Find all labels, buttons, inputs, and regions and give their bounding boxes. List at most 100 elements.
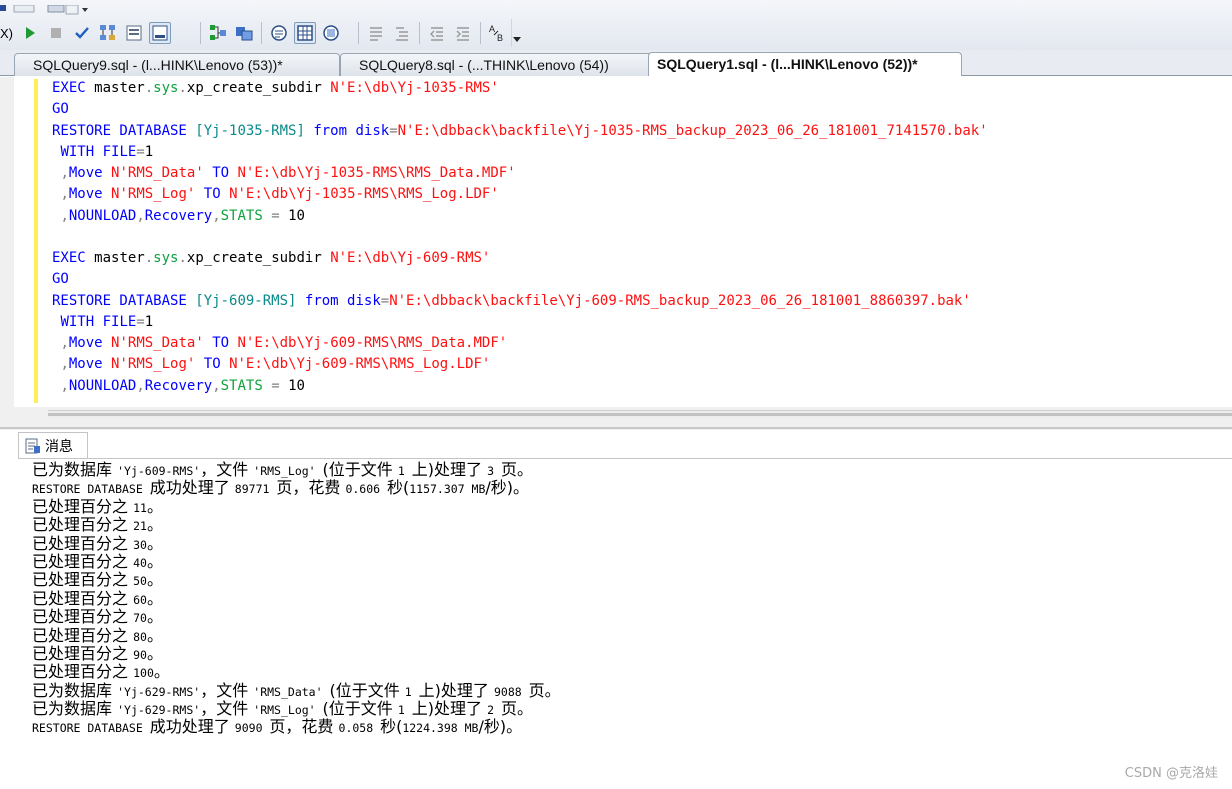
code-token: ,	[60, 377, 69, 394]
code-token: N'RMS_Log'	[111, 356, 196, 373]
scrollbar-thumb[interactable]	[48, 413, 1232, 416]
code-line[interactable]: ,Move N'RMS_Data' TO N'E:\db\Yj-609-RMS\…	[52, 333, 988, 354]
code-line[interactable]: GO	[52, 99, 988, 120]
query-editor[interactable]: EXEC master.sys.xp_create_subdir N'E:\db…	[14, 77, 1232, 418]
results-to-file-button[interactable]	[320, 22, 342, 44]
code-line[interactable]: ,Move N'RMS_Data' TO N'E:\db\Yj-1035-RMS…	[52, 163, 988, 184]
message-text: 'RMS_Log'	[253, 703, 323, 718]
grid-icon	[297, 25, 313, 41]
specify-values-button[interactable]: A B	[487, 22, 509, 44]
query-options-button[interactable]	[123, 22, 145, 44]
estimated-plan-icon	[100, 25, 115, 40]
code-token: disk	[355, 122, 390, 139]
code-token: Recovery	[144, 207, 213, 224]
message-text: 0.058	[338, 721, 381, 736]
code-token: ,	[60, 165, 69, 181]
message-text: 已处理百分之	[32, 607, 134, 627]
message-text: RESTORE DATABASE	[32, 482, 150, 497]
messages-icon	[25, 438, 40, 453]
tab-sqlquery9[interactable]: SQLQuery9.sql - (l...HINK\Lenovo (53))*	[14, 53, 340, 76]
results-to-text-button[interactable]	[268, 22, 290, 44]
query-editor-frame: EXEC master.sys.xp_create_subdir N'E:\db…	[0, 77, 1232, 430]
code-token: master	[94, 250, 145, 266]
message-text: 50	[133, 574, 147, 589]
code-token: TO	[203, 356, 230, 373]
code-line[interactable]: GO	[52, 269, 988, 290]
toolbar-options-dropdown[interactable]	[511, 19, 521, 47]
results-to-grid-toggle-button[interactable]	[294, 22, 316, 44]
message-line: 已处理百分之 80。	[32, 625, 561, 645]
message-line: RESTORE DATABASE 成功处理了 9090 页，花费 0.058 秒…	[32, 718, 561, 736]
horizontal-scrollbar[interactable]	[48, 410, 1232, 418]
tab-messages[interactable]: 消息	[18, 432, 88, 458]
code-line[interactable]	[52, 227, 988, 248]
code-token: =	[380, 292, 390, 309]
code-token: [Yj-1035-RMS]	[195, 122, 305, 139]
comment-icon	[370, 27, 382, 41]
message-text: 2	[487, 703, 501, 718]
message-text: 'Yj-609-RMS'	[117, 464, 201, 478]
toolbar-partial-label: X)	[0, 25, 13, 41]
message-text: 'RMS_Log'	[253, 464, 323, 478]
code-token: N'RMS_Data'	[111, 165, 204, 181]
client-stats-button[interactable]	[233, 22, 255, 44]
code-token: N'E:\dbback\backfile\Yj-1035-RMS_backup_…	[397, 122, 988, 139]
message-text: /秒)。	[478, 717, 523, 737]
stop-button[interactable]	[45, 22, 67, 44]
increase-indent-icon	[456, 27, 469, 41]
code-token: N'E:\db\Yj-609-RMS\RMS_Log.LDF'	[229, 356, 491, 373]
code-token: 10	[279, 377, 305, 394]
message-text: 1	[397, 703, 412, 718]
comment-button[interactable]	[365, 22, 387, 44]
code-line[interactable]: ,NOUNLOAD,Recovery,STATS = 10	[52, 376, 988, 397]
message-text: 已处理百分之	[32, 515, 134, 535]
message-line: 已处理百分之 40。	[32, 552, 561, 571]
include-plan-button[interactable]	[207, 22, 229, 44]
code-line[interactable]: ,NOUNLOAD,Recovery,STATS = 10	[52, 206, 988, 227]
message-text: (位于文件	[322, 699, 398, 719]
code-token: xp_create_subdir	[186, 250, 331, 266]
increase-indent-button[interactable]	[452, 22, 474, 44]
code-line[interactable]: EXEC master.sys.xp_create_subdir N'E:\db…	[52, 248, 988, 269]
uncomment-icon	[396, 27, 408, 41]
execute-button[interactable]	[19, 22, 41, 44]
code-token: WITH FILE	[60, 143, 137, 160]
message-text: ，文件	[200, 699, 254, 719]
uncomment-button[interactable]	[391, 22, 413, 44]
code-line[interactable]: RESTORE DATABASE [Yj-1035-RMS] from disk…	[52, 121, 988, 142]
message-text: 页。	[528, 680, 561, 700]
code-token: TO	[203, 186, 230, 203]
code-line[interactable]: WITH FILE=1	[52, 312, 988, 333]
code-line[interactable]: RESTORE DATABASE [Yj-609-RMS] from disk=…	[52, 291, 988, 312]
code-token: EXEC	[52, 80, 95, 96]
code-token: =	[136, 313, 145, 330]
code-line[interactable]: ,Move N'RMS_Log' TO N'E:\db\Yj-1035-RMS\…	[52, 184, 988, 205]
document-tabs: SQLQuery9.sql - (l...HINK\Lenovo (53))* …	[0, 50, 1232, 76]
decrease-indent-button[interactable]	[426, 22, 448, 44]
tab-sqlquery1[interactable]: SQLQuery1.sql - (l...HINK\Lenovo (52))*	[648, 52, 962, 76]
results-splitter[interactable]	[0, 427, 1232, 429]
code-line[interactable]: WITH FILE=1	[52, 142, 988, 163]
code-line[interactable]: EXEC master.sys.xp_create_subdir N'E:\db…	[52, 78, 988, 99]
message-text: 秒(	[386, 478, 410, 498]
include-plan-icon	[210, 25, 226, 40]
sql-code[interactable]: EXEC master.sys.xp_create_subdir N'E:\db…	[52, 78, 988, 397]
toolbar-separator	[200, 22, 201, 44]
messages-panel[interactable]: 已为数据库 'Yj-609-RMS'，文件 'RMS_Log' (位于文件 1 …	[18, 458, 1232, 789]
tab-sqlquery8[interactable]: SQLQuery8.sql - (...THINK\Lenovo (54))	[340, 53, 652, 76]
message-text: 已处理百分之	[32, 625, 134, 645]
message-text: 3	[487, 464, 501, 478]
message-lines: 已为数据库 'Yj-609-RMS'，文件 'RMS_Log' (位于文件 1 …	[32, 460, 561, 737]
code-line[interactable]: ,Move N'RMS_Log' TO N'E:\db\Yj-609-RMS\R…	[52, 354, 988, 375]
code-token: ,	[136, 377, 145, 394]
message-line: 已处理百分之 100。	[32, 663, 561, 681]
toolbar-group-execute: X)	[0, 18, 173, 48]
code-token: .	[144, 80, 154, 96]
parse-button[interactable]	[71, 22, 93, 44]
code-token: STATS	[220, 207, 263, 224]
estimated-plan-button[interactable]	[97, 22, 119, 44]
results-to-grid-button[interactable]	[149, 22, 171, 44]
message-text: 'Yj-629-RMS'	[117, 684, 201, 699]
